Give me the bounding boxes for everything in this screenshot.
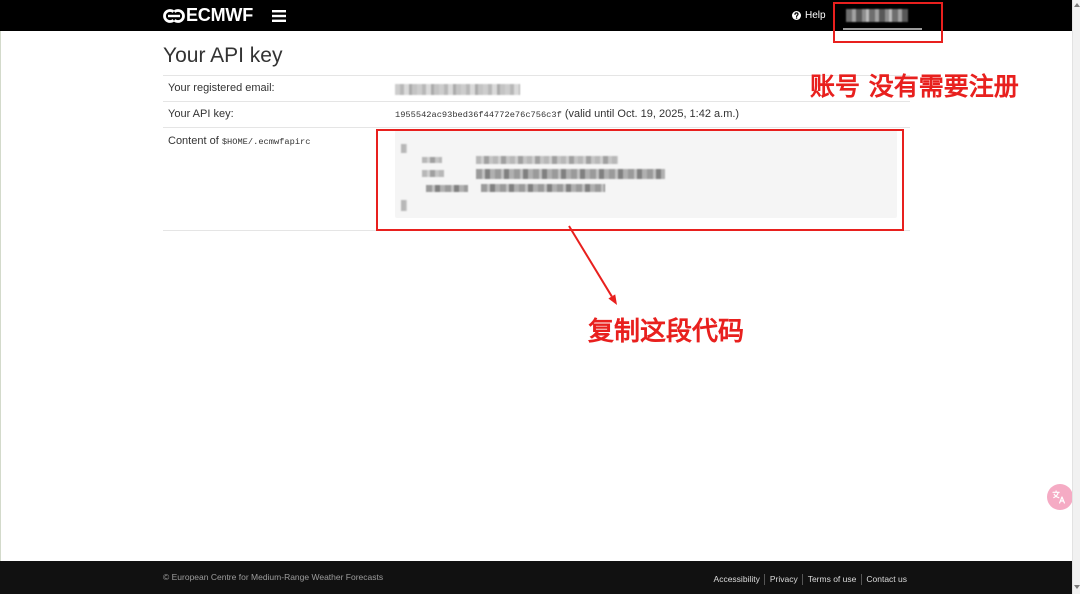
translate-widget-button[interactable] bbox=[1047, 484, 1073, 510]
footer-link-separator bbox=[802, 573, 804, 585]
help-link[interactable]: Help bbox=[792, 9, 826, 22]
page-title: Your API key bbox=[163, 44, 283, 67]
page-frame-border bbox=[0, 31, 1, 561]
annotation-highlight-config bbox=[376, 129, 904, 231]
annotation-highlight-account bbox=[833, 2, 943, 43]
scroll-up-arrow-icon[interactable] bbox=[1074, 1, 1080, 9]
annotation-arrow-head bbox=[608, 294, 617, 305]
question-circle-icon bbox=[792, 11, 801, 20]
api-key-row: Your API key: 1955542ac93bed36f44772e76c… bbox=[163, 101, 910, 127]
footer-links: Accessibility Privacy Terms of use Conta… bbox=[714, 573, 907, 585]
email-label: Your registered email: bbox=[168, 82, 275, 94]
logo-text: ECMWF bbox=[186, 5, 253, 25]
api-key-value: 1955542ac93bed36f44772e76c756c3f bbox=[395, 110, 562, 120]
footer-link-privacy[interactable]: Privacy bbox=[770, 573, 798, 585]
footer-link-terms[interactable]: Terms of use bbox=[808, 573, 857, 585]
annotation-arrow-shaft bbox=[568, 225, 613, 297]
translate-icon bbox=[1051, 490, 1069, 504]
scroll-down-arrow-icon[interactable] bbox=[1074, 583, 1080, 591]
config-file-label: Content of $HOME/.ecmwfapirc bbox=[168, 135, 310, 149]
redacted-email-value bbox=[395, 84, 520, 95]
footer-link-separator bbox=[764, 573, 766, 585]
annotation-arrow bbox=[568, 225, 617, 305]
page-footer: © European Centre for Medium-Range Weath… bbox=[0, 561, 1072, 594]
footer-link-separator bbox=[860, 573, 862, 585]
annotation-account-note: 账号 没有需要注册 bbox=[810, 72, 1019, 101]
annotation-copy-note: 复制这段代码 bbox=[588, 317, 745, 347]
api-key-label: Your API key: bbox=[168, 108, 234, 120]
api-key-validity: (valid until Oct. 19, 2025, 1:42 a.m.) bbox=[564, 108, 740, 120]
config-label-prefix: Content of bbox=[168, 135, 222, 147]
hamburger-menu-icon[interactable] bbox=[272, 10, 286, 22]
footer-copyright: © European Centre for Medium-Range Weath… bbox=[163, 572, 384, 582]
api-key-value-cell: 1955542ac93bed36f44772e76c756c3f (valid u… bbox=[395, 102, 739, 128]
page-scrollbar[interactable] bbox=[1072, 0, 1080, 594]
ecmwf-home-link[interactable]: ECMWF bbox=[163, 6, 253, 25]
ecmwf-logo-icon bbox=[163, 8, 185, 24]
help-label: Help bbox=[805, 10, 826, 21]
config-file-path: $HOME/.ecmwfapirc bbox=[221, 137, 311, 147]
footer-link-contact[interactable]: Contact us bbox=[866, 573, 907, 585]
email-row: Your registered email: bbox=[163, 75, 910, 101]
footer-link-accessibility[interactable]: Accessibility bbox=[714, 573, 760, 585]
